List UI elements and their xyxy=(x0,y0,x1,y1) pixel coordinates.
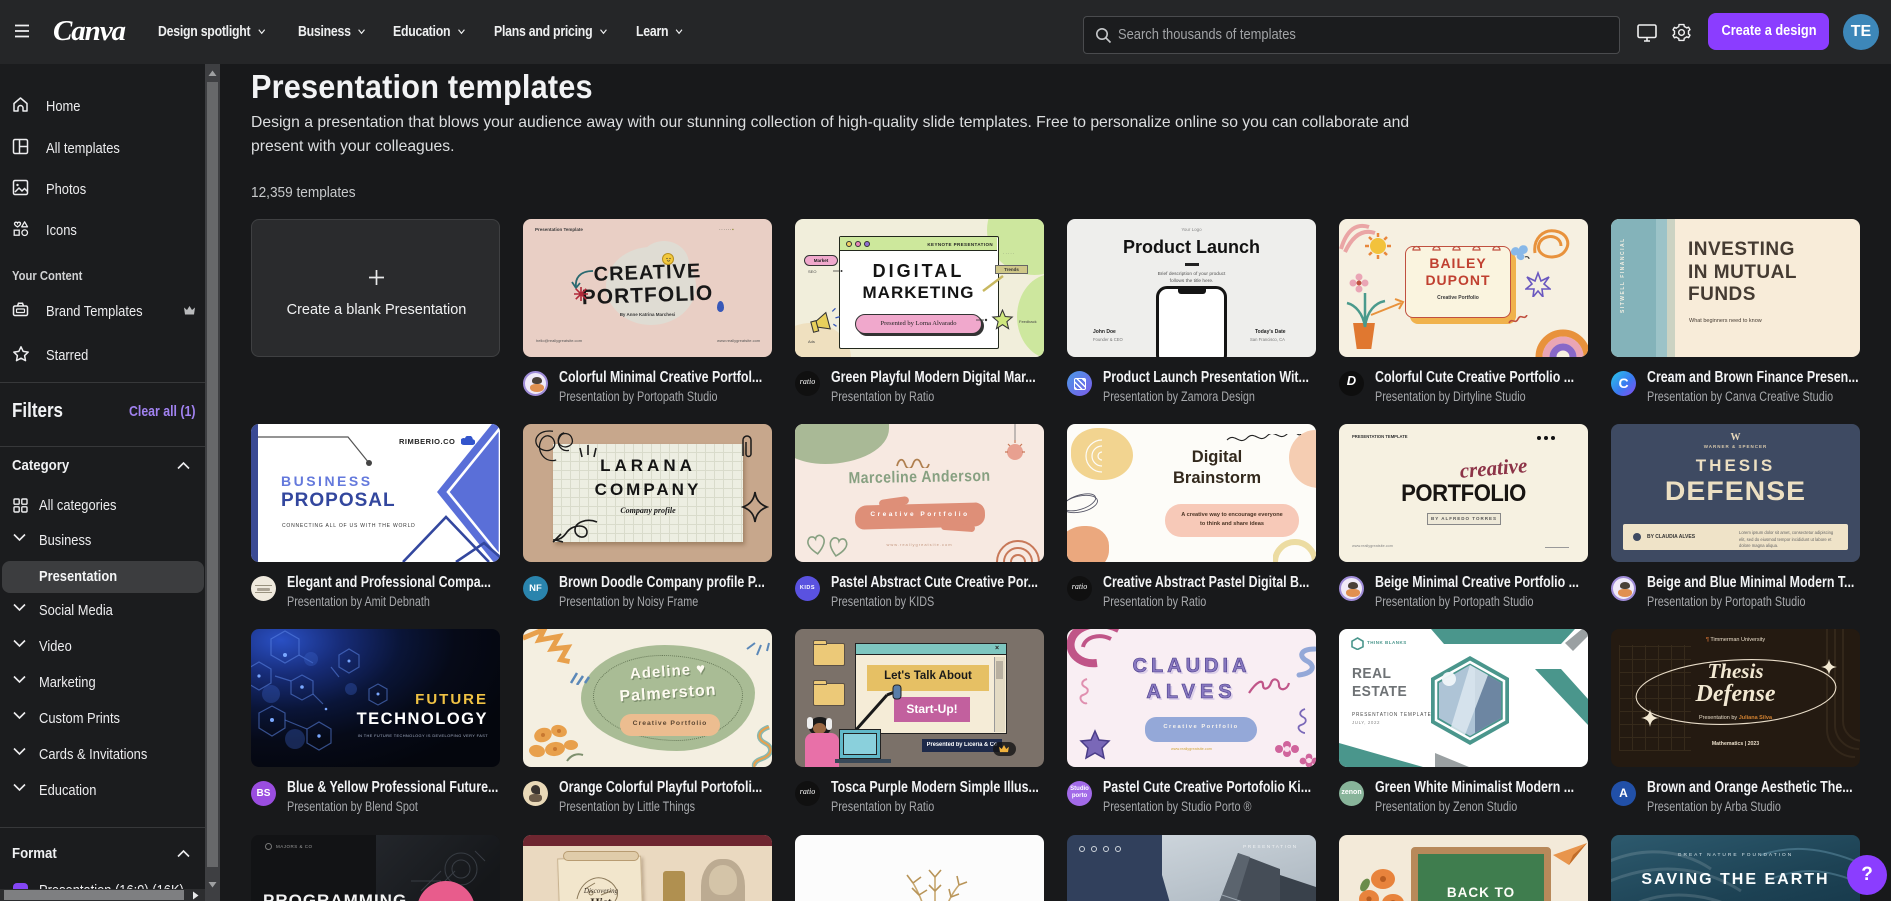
svg-text:Canva: Canva xyxy=(53,15,126,47)
